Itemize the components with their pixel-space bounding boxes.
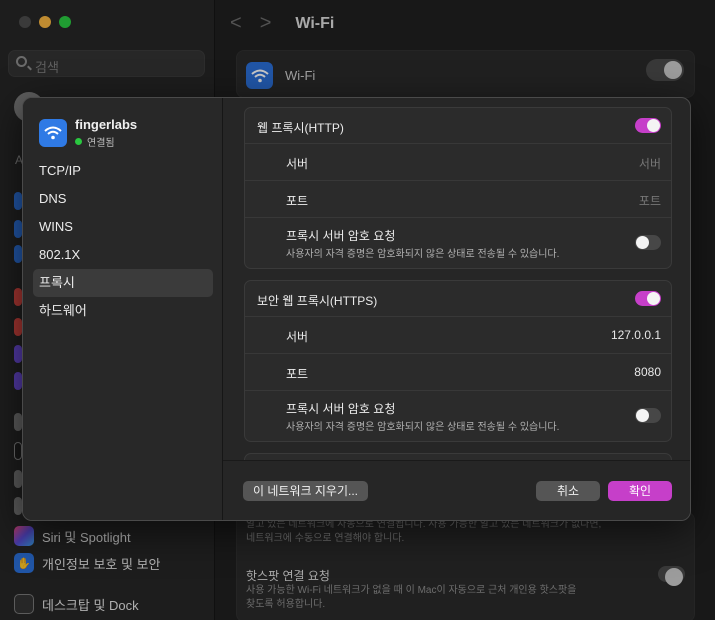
http-auth-label: 프록시 서버 암호 요청 xyxy=(286,229,396,243)
https-port-label: 포트 xyxy=(286,367,309,381)
network-details-sheet: fingerlabs 연결됨 TCP/IP DNS WINS 802.1X 프록… xyxy=(22,97,691,521)
connection-status: 연결됨 xyxy=(75,134,137,149)
ok-button[interactable]: 확인 xyxy=(608,481,672,501)
http-port-label: 포트 xyxy=(286,194,309,208)
https-auth-toggle[interactable] xyxy=(635,408,661,423)
https-server-label: 서버 xyxy=(286,330,309,344)
status-dot-icon xyxy=(75,138,82,145)
forget-network-button[interactable]: 이 네트워크 지우기... xyxy=(243,481,368,501)
sheet-sidebar-list: TCP/IP DNS WINS 802.1X 프록시 하드웨어 xyxy=(33,157,213,325)
sidebar-item-proxy[interactable]: 프록시 xyxy=(33,269,213,297)
sidebar-item-wins[interactable]: WINS xyxy=(33,213,213,241)
https-server-input[interactable]: 127.0.0.1 xyxy=(611,328,661,342)
http-server-label: 서버 xyxy=(286,157,309,171)
https-server-row: 서버 127.0.0.1 xyxy=(245,317,671,354)
sidebar-item-tcpip[interactable]: TCP/IP xyxy=(33,157,213,185)
http-auth-description: 사용자의 자격 증명은 암호화되지 않은 상태로 전송될 수 있습니다. xyxy=(286,249,560,260)
https-auth-description: 사용자의 자격 증명은 암호화되지 않은 상태로 전송될 수 있습니다. xyxy=(286,422,560,433)
proxy-settings-scroll[interactable]: 웹 프록시(HTTP) 서버 서버 포트 포트 프록시 서버 암호 요청 사용자… xyxy=(223,98,690,462)
https-auth-label: 프록시 서버 암호 요청 xyxy=(286,402,396,416)
http-port-input[interactable]: 포트 xyxy=(639,192,661,209)
network-name: fingerlabs xyxy=(75,117,138,132)
https-proxy-header-row: 보안 웹 프록시(HTTPS) xyxy=(245,281,671,317)
http-auth-toggle[interactable] xyxy=(635,235,661,250)
cancel-button[interactable]: 취소 xyxy=(536,481,600,501)
status-label: 연결됨 xyxy=(87,138,115,149)
https-port-input[interactable]: 8080 xyxy=(634,365,661,379)
sidebar-item-dns[interactable]: DNS xyxy=(33,185,213,213)
sheet-sidebar: fingerlabs 연결됨 TCP/IP DNS WINS 802.1X 프록… xyxy=(23,98,223,520)
https-proxy-title: 보안 웹 프록시(HTTPS) xyxy=(257,294,378,308)
http-server-row: 서버 서버 xyxy=(245,144,671,181)
wifi-icon xyxy=(39,119,67,147)
sheet-content: 웹 프록시(HTTP) 서버 서버 포트 포트 프록시 서버 암호 요청 사용자… xyxy=(223,98,690,520)
http-proxy-header-row: 웹 프록시(HTTP) xyxy=(245,108,671,144)
http-proxy-group: 웹 프록시(HTTP) 서버 서버 포트 포트 프록시 서버 암호 요청 사용자… xyxy=(244,107,672,269)
http-server-input[interactable]: 서버 xyxy=(639,155,661,172)
https-auth-row: 프록시 서버 암호 요청 사용자의 자격 증명은 암호화되지 않은 상태로 전송… xyxy=(245,391,671,441)
https-port-row: 포트 8080 xyxy=(245,354,671,391)
http-proxy-title: 웹 프록시(HTTP) xyxy=(257,121,344,135)
sidebar-item-8021x[interactable]: 802.1X xyxy=(33,241,213,269)
https-proxy-group: 보안 웹 프록시(HTTPS) 서버 127.0.0.1 포트 8080 프록시… xyxy=(244,280,672,442)
sheet-footer: 이 네트워크 지우기... 취소 확인 xyxy=(223,460,690,520)
https-proxy-toggle[interactable] xyxy=(635,291,661,306)
sidebar-item-hardware[interactable]: 하드웨어 xyxy=(33,297,213,325)
http-auth-row: 프록시 서버 암호 요청 사용자의 자격 증명은 암호화되지 않은 상태로 전송… xyxy=(245,218,671,268)
network-header: fingerlabs 연결됨 xyxy=(39,117,137,149)
http-port-row: 포트 포트 xyxy=(245,181,671,218)
http-proxy-toggle[interactable] xyxy=(635,118,661,133)
